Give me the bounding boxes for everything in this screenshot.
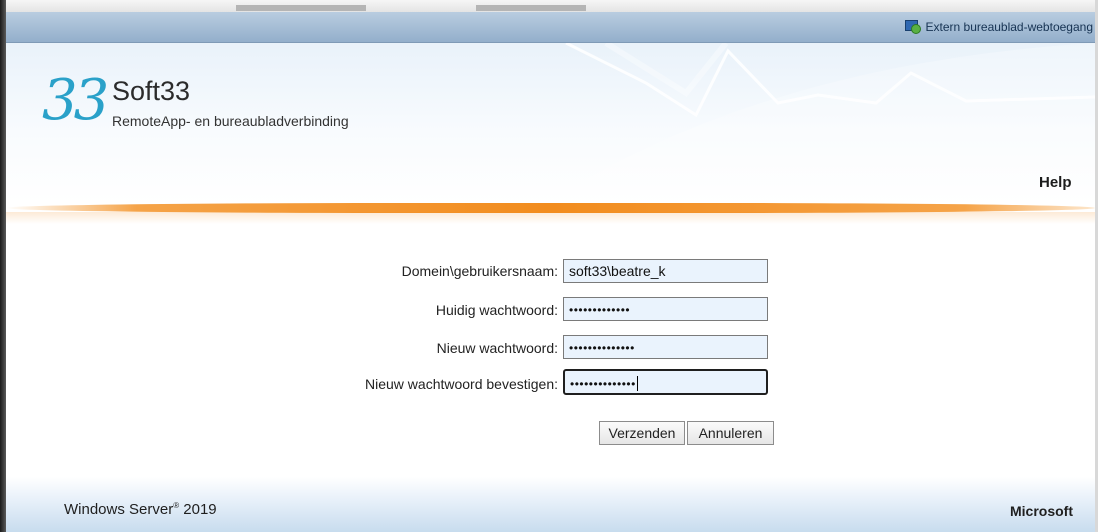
browser-top-strip [6, 0, 1095, 12]
footer-product-version: 2019 [183, 501, 217, 518]
title-bar-label-group: Extern bureaublad-webtoegang [904, 20, 1093, 34]
remote-desktop-icon [904, 20, 921, 34]
footer-product-name: Windows Server [64, 501, 174, 518]
header-divider-glow [6, 212, 1095, 224]
registered-mark: ® [173, 501, 180, 510]
confirm-password-value: •••••••••••••• [570, 377, 636, 391]
soft33-logo-mark: 33 [42, 68, 109, 133]
confirm-password-label: Nieuw wachtwoord bevestigen: [365, 376, 558, 392]
help-link[interactable]: Help [1039, 174, 1072, 191]
windows-server-logo: Windows Server® 2019 [64, 501, 217, 518]
page-footer: Windows Server® 2019 Microsoft [6, 477, 1095, 532]
cancel-button[interactable]: Annuleren [687, 421, 774, 445]
page-subtitle: RemoteApp- en bureaubladverbinding [112, 113, 349, 129]
company-name: Soft33 [112, 76, 191, 106]
domain-username-field[interactable]: soft33\beatre_k [563, 259, 768, 283]
title-bar: Extern bureaublad-webtoegang [6, 12, 1095, 43]
confirm-password-field[interactable]: •••••••••••••• [563, 369, 768, 395]
current-password-field[interactable]: ••••••••••••• [563, 297, 768, 321]
microsoft-logo: Microsoft [1010, 503, 1073, 519]
submit-button[interactable]: Verzenden [599, 421, 685, 445]
text-caret [636, 376, 638, 391]
domain-username-label: Domein\gebruikersnaam: [401, 263, 558, 279]
current-password-label: Huidig wachtwoord: [435, 302, 558, 318]
page-header: 33 Soft33 RemoteApp- en bureaubladverbin… [6, 43, 1095, 203]
title-bar-title: Extern bureaublad-webtoegang [925, 20, 1093, 34]
new-password-field[interactable]: •••••••••••••• [563, 335, 768, 359]
new-password-label: Nieuw wachtwoord: [436, 340, 558, 356]
